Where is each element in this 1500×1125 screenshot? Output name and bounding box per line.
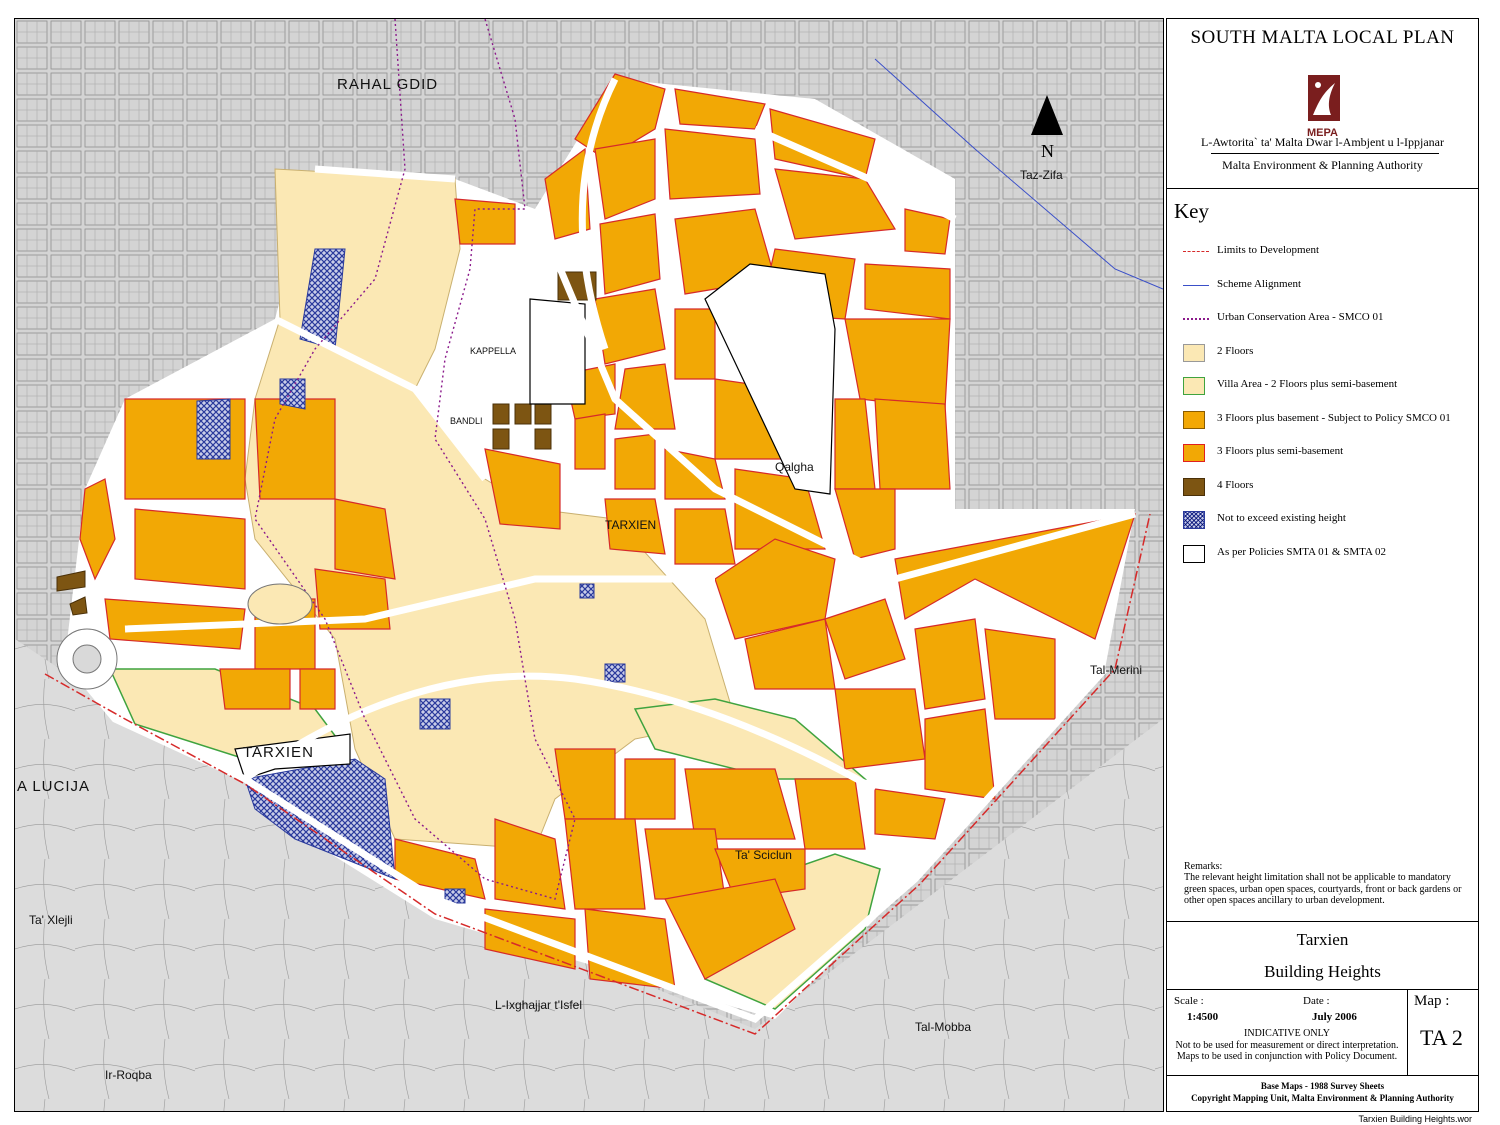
scale-label: Scale : — [1174, 995, 1204, 1007]
key-item: As per Policies SMTA 01 & SMTA 02 — [1183, 544, 1473, 567]
map-subject: Building Heights — [1264, 962, 1381, 981]
indicative-notice: INDICATIVE ONLY Not to be used for measu… — [1167, 1028, 1407, 1063]
key-item: Limits to Development — [1183, 243, 1473, 265]
place-label-tal-merini: Tal-Merini — [1090, 663, 1142, 677]
key-item: Not to exceed existing height — [1183, 511, 1473, 533]
key-label: 4 Floors — [1217, 478, 1254, 491]
place-label-bandli: BANDLI — [450, 416, 483, 426]
key-label: 3 Floors plus basement - Subject to Poli… — [1217, 411, 1451, 424]
key-label: Not to exceed existing height — [1217, 512, 1346, 524]
key-item: 4 Floors — [1183, 477, 1473, 500]
key-title: Key — [1174, 199, 1209, 223]
plan-title: SOUTH MALTA LOCAL PLAN — [1190, 27, 1455, 48]
key-label: 3 Floors plus semi-basement — [1217, 445, 1344, 457]
place-label-ir-roqba: Ir-Roqba — [105, 1068, 152, 1082]
date-value: July 2006 — [1312, 1011, 1357, 1023]
indicative-title: INDICATIVE ONLY — [1244, 1028, 1330, 1039]
key-line-symbol — [1183, 284, 1209, 286]
copyright-note: Copyright Mapping Unit, Malta Environmen… — [1191, 1093, 1454, 1103]
authority-name-english: Malta Environment & Planning Authority — [1222, 158, 1423, 172]
place-label-tarxien-center: TARXIEN — [605, 518, 656, 532]
map-area[interactable]: N RAHAL GDID TARXIEN TARXIEN A LUCIJA Qa… — [14, 18, 1164, 1112]
remarks-text: The relevant height limitation shall not… — [1184, 872, 1462, 906]
place-label-ixghajjar: L-Ixghajjar t'Isfel — [495, 998, 582, 1012]
key-label: 2 Floors — [1217, 344, 1254, 357]
map-canvas: N RAHAL GDID TARXIEN TARXIEN A LUCIJA Qa… — [15, 19, 1163, 1111]
panel-divider-remarks — [1167, 921, 1478, 922]
key-label: Limits to Development — [1217, 244, 1320, 256]
place-label-a-lucija: A LUCIJA — [17, 778, 90, 795]
place-label-ta-xlejli: Ta' Xlejli — [29, 913, 73, 927]
key-swatch — [1183, 544, 1205, 563]
place-label-ta-sciclun: Ta' Sciclun — [735, 848, 792, 862]
key-item: Urban Conservation Area - SMCO 01 — [1183, 310, 1473, 332]
map-place-name: Tarxien — [1296, 930, 1349, 949]
key-label: Urban Conservation Area - SMCO 01 — [1217, 311, 1384, 323]
map-info-box: Scale : 1:4500 Date : July 2006 INDICATI… — [1167, 989, 1408, 1075]
key-item: 3 Floors plus basement - Subject to Poli… — [1183, 410, 1473, 433]
place-label-taz-zifa: Taz-Zifa — [1020, 168, 1063, 182]
remarks-title: Remarks: — [1184, 861, 1223, 872]
key-swatch — [1183, 377, 1205, 395]
panel-divider-footer — [1167, 1075, 1478, 1076]
key-swatch — [1183, 410, 1205, 429]
key-item: 2 Floors — [1183, 343, 1473, 366]
key-label: Scheme Alignment — [1217, 277, 1302, 290]
mepa-logo-icon — [1308, 75, 1340, 121]
place-label-qalgha: Qalgha — [775, 460, 814, 474]
roundabout-west-island — [72, 644, 102, 674]
map-label: Map : — [1414, 993, 1450, 1009]
map-number: TA 2 — [1420, 1025, 1463, 1050]
indicative-line-2: Maps to be used in conjunction with Poli… — [1176, 1051, 1398, 1062]
authority-divider — [1211, 153, 1439, 154]
oval-garden — [247, 583, 313, 625]
key-line-symbol — [1183, 251, 1209, 252]
place-label-kappella: KAPPELLA — [470, 346, 516, 356]
key-item: Villa Area - 2 Floors plus semi-basement — [1183, 377, 1473, 399]
base-maps-note: Base Maps - 1988 Survey Sheets — [1260, 1081, 1385, 1091]
key-item: Scheme Alignment — [1183, 277, 1473, 299]
place-label-rahal-gdid: RAHAL GDID — [337, 76, 438, 93]
place-label-tal-mobba: Tal-Mobba — [915, 1020, 971, 1034]
key-swatch — [1183, 444, 1205, 462]
scale-value: 1:4500 — [1187, 1011, 1219, 1023]
indicative-line-1: Not to be used for measurement or direct… — [1175, 1039, 1399, 1051]
file-name: Tarxien Building Heights.wor — [1358, 1114, 1472, 1124]
key-swatch — [1183, 511, 1205, 529]
north-label: N — [1041, 141, 1054, 161]
panel-divider-header — [1167, 188, 1478, 189]
key-label: As per Policies SMTA 01 & SMTA 02 — [1217, 545, 1387, 558]
authority-name-maltese: L-Awtorita` ta' Malta Dwar l-Ambjent u l… — [1201, 135, 1444, 149]
date-label: Date : — [1303, 995, 1330, 1007]
place-label-tarxien-west: TARXIEN — [243, 744, 314, 761]
key-swatch — [1183, 343, 1205, 362]
key-swatch — [1183, 477, 1205, 496]
key-item: 3 Floors plus semi-basement — [1183, 444, 1473, 466]
key-label: Villa Area - 2 Floors plus semi-basement — [1217, 378, 1398, 390]
legend-panel: SOUTH MALTA LOCAL PLAN MEPA L-Awtorita` … — [1166, 18, 1479, 1112]
key-line-symbol — [1183, 318, 1209, 320]
